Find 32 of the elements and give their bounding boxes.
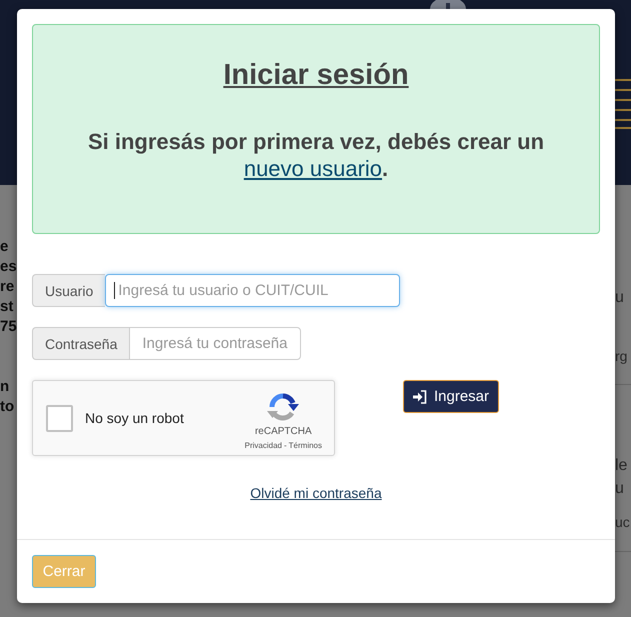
field-label: Contraseña [32,327,130,360]
captcha-link[interactable]: Términos [288,441,322,451]
text-cursor-icon [114,282,116,299]
stripes-drawing [615,78,631,130]
text-fragment: st [0,297,14,317]
captcha-link[interactable]: Privacidad [244,441,282,451]
notice-text: Si ingresás por primera vez, debés crear un nuevo usuario. [86,128,546,182]
new-user-link[interactable]: nuevo usuario [244,156,382,181]
dialog-title: Iniciar sesión [223,58,409,92]
brand-name: reCAPTCHA [254,426,312,438]
text-fragment: le [615,456,628,476]
round-emblem-icon [430,0,466,9]
text-fragment: 75 [0,317,17,337]
checkbox-label: No soy un robot [85,410,185,426]
text-fragment: es [0,257,17,277]
link-separator: - [284,441,287,451]
text-fragment: u [615,288,624,308]
text-fragment: re [0,277,14,297]
password-field[interactable]: Ingresá tu contraseña [129,327,302,360]
forgot-password-link[interactable]: Olvidé mi contraseña [250,485,382,502]
text-fragment: to [0,397,14,417]
text-fragment: n [0,377,10,397]
checkbox[interactable] [46,404,73,432]
circular-arrows-icon [267,391,300,423]
username-field[interactable]: Ingresá tu usuario o CUIT/CUIL [105,274,400,307]
text-fragment: uc [615,514,630,530]
text-fragment: rg [615,348,628,364]
text-fragment: e [0,237,8,257]
text-fragment: u [615,479,624,499]
arrow-into-bracket-icon [412,390,427,404]
field-label: Usuario [32,274,106,307]
submit-button[interactable]: Ingresar [403,380,499,413]
